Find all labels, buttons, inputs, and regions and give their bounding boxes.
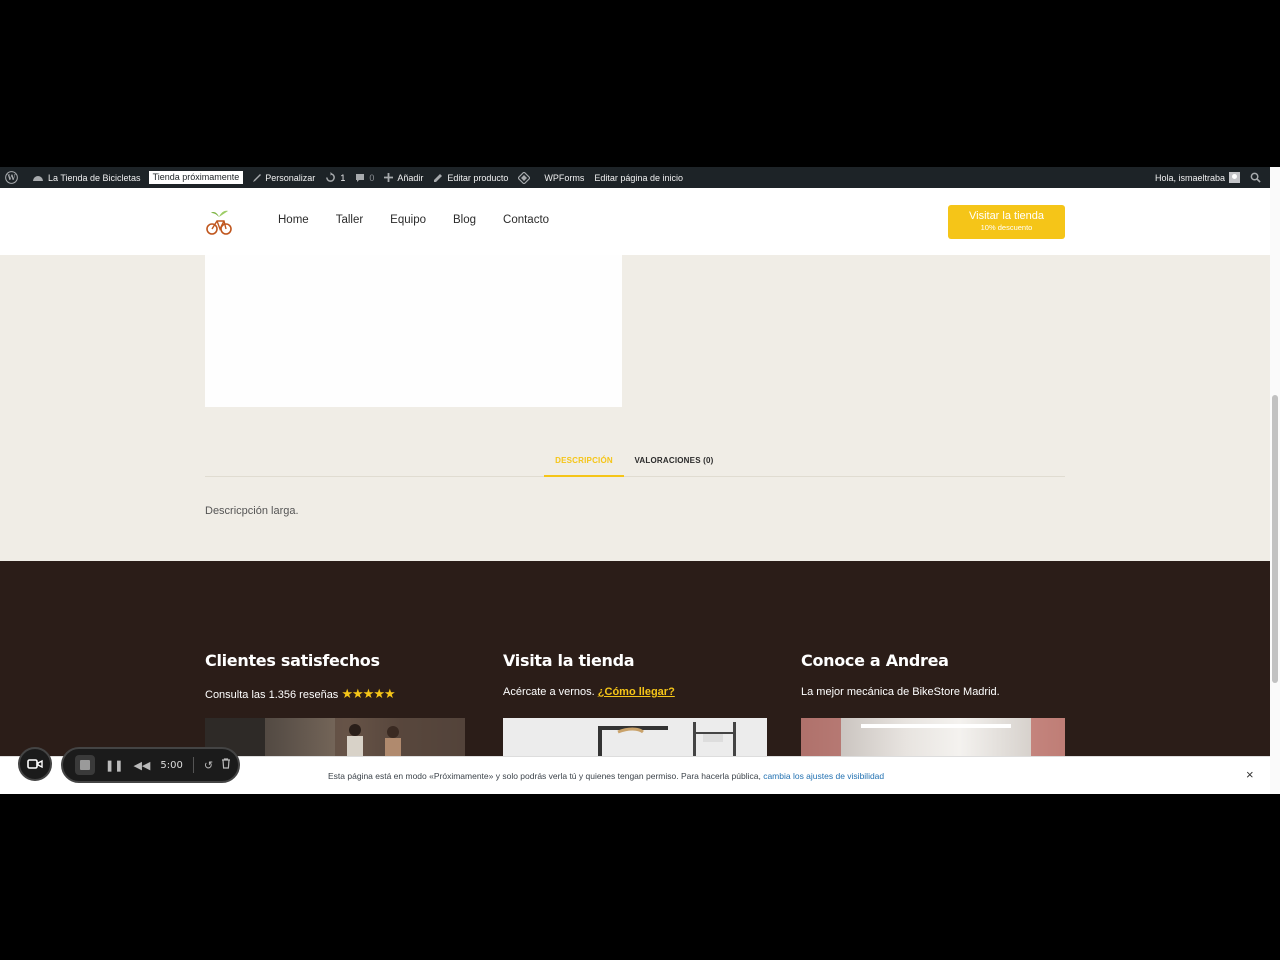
wp-admin-bar: W La Tienda de Bicicletas Tienda próxima… (0, 167, 1270, 188)
pause-icon[interactable]: ❚❚ (105, 759, 123, 772)
notice-text: Esta página está en modo «Próximamente» … (328, 771, 761, 781)
store-photo (503, 718, 767, 758)
admin-bar-edit-product[interactable]: Editar producto (428, 167, 513, 188)
product-image (205, 255, 622, 407)
browser-viewport: W La Tienda de Bicicletas Tienda próxima… (0, 167, 1270, 794)
admin-bar-comments[interactable]: 0 (350, 167, 379, 188)
bicycle-logo-icon[interactable] (205, 208, 233, 236)
scrollbar-thumb[interactable] (1272, 395, 1278, 683)
close-icon[interactable]: × (1246, 767, 1254, 782)
nav-contacto[interactable]: Contacto (503, 214, 549, 226)
admin-bar-add-new[interactable]: Añadir (379, 167, 428, 188)
directions-link[interactable]: ¿Cómo llegar? (598, 686, 675, 698)
site-header: Home Taller Equipo Blog Contacto Visitar… (0, 188, 1270, 255)
main-nav: Home Taller Equipo Blog Contacto (278, 214, 576, 226)
reviews-text: Consulta las 1.356 reseñas (205, 689, 339, 701)
wordpress-logo-icon[interactable]: W (0, 167, 27, 188)
footer-title-andrea: Conoce a Andrea (801, 651, 949, 670)
svg-text:W: W (6, 173, 16, 182)
admin-bar-updates[interactable]: 1 (320, 167, 350, 188)
nav-home[interactable]: Home (278, 214, 309, 226)
star-rating-icon: ★★★★★ (341, 686, 395, 701)
avatar (1229, 172, 1240, 183)
product-description: Descricpción larga. (205, 505, 299, 517)
admin-bar-account[interactable]: Hola, ismaeltraba (1150, 167, 1245, 188)
site-name-label: La Tienda de Bicicletas (48, 172, 141, 183)
tab-reviews[interactable]: VALORACIONES (0) (630, 454, 718, 477)
rewind-icon[interactable]: ◀◀ (133, 759, 150, 772)
admin-bar-wpforms[interactable] (513, 167, 539, 188)
footer-col-andrea: Conoce a Andrea La mejor mecánica de Bik… (801, 651, 1066, 698)
plus-icon (384, 173, 394, 182)
coming-soon-badge[interactable]: Tienda próximamente (148, 171, 244, 184)
add-new-label: Añadir (397, 172, 424, 183)
restart-icon[interactable]: ↺ (204, 759, 213, 772)
edit-product-label: Editar producto (447, 172, 509, 183)
customers-photo (205, 718, 465, 758)
customize-label: Personalizar (265, 172, 316, 183)
visit-store-label: Visitar la tienda (968, 210, 1044, 222)
search-icon[interactable] (1245, 167, 1270, 188)
admin-bar-wpforms-label[interactable]: WPForms (539, 167, 589, 188)
greeting-label: Hola, ismaeltraba (1154, 172, 1225, 183)
comment-icon (356, 173, 365, 182)
updates-icon (326, 172, 336, 182)
stop-button[interactable] (75, 755, 95, 775)
visibility-settings-link[interactable]: cambia los ajustes de visibilidad (763, 771, 884, 781)
product-tabs: DESCRIPCIÓN VALORACIONES (0) (205, 454, 1065, 477)
footer-col-visit: Visita la tienda Acércate a vernos. ¿Cóm… (503, 651, 768, 698)
recording-timer: 5:00 (160, 759, 183, 771)
brush-icon (253, 173, 262, 182)
visit-store-button[interactable]: Visitar la tienda 10% descuento (948, 205, 1065, 239)
tab-description[interactable]: DESCRIPCIÓN (544, 454, 624, 477)
footer-col-reviews: Clientes satisfechos Consulta las 1.356 … (205, 651, 470, 702)
nav-blog[interactable]: Blog (453, 214, 476, 226)
footer-title-reviews: Clientes satisfechos (205, 651, 380, 670)
pencil-icon (434, 173, 443, 182)
admin-bar-edit-home[interactable]: Editar página de inicio (589, 167, 688, 188)
nav-equipo[interactable]: Equipo (390, 214, 426, 226)
camera-icon[interactable] (18, 747, 52, 781)
updates-count: 1 (340, 172, 346, 183)
mechanic-photo (801, 718, 1065, 758)
trash-icon[interactable] (221, 758, 231, 772)
discount-label: 10% descuento (980, 223, 1033, 232)
dashboard-icon (33, 176, 43, 181)
wpforms-icon (518, 171, 531, 184)
footer-title-visit: Visita la tienda (503, 651, 635, 670)
comments-count: 0 (369, 172, 375, 183)
admin-bar-site-name[interactable]: La Tienda de Bicicletas (27, 167, 146, 188)
nav-taller[interactable]: Taller (336, 214, 363, 226)
recording-controls: ❚❚ ◀◀ 5:00 ↺ (61, 747, 240, 783)
visit-text: Acércate a vernos. (503, 686, 595, 698)
divider (192, 757, 194, 773)
scrollbar[interactable] (1270, 167, 1280, 794)
andrea-text: La mejor mecánica de BikeStore Madrid. (801, 686, 1000, 698)
admin-bar-customize[interactable]: Personalizar (246, 167, 320, 188)
notice-text-wrap: Esta página está en modo «Próximamente» … (328, 771, 884, 781)
